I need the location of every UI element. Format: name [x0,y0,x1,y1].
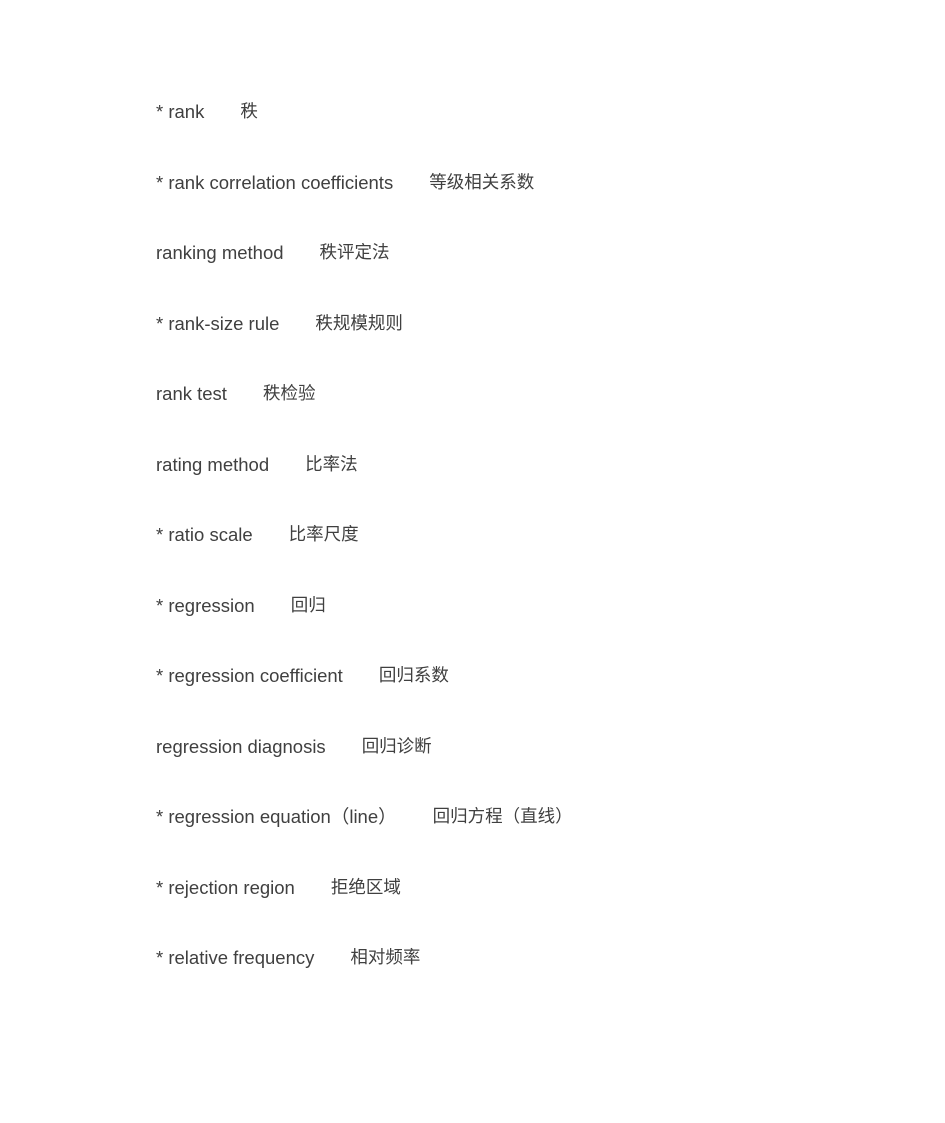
glossary-entry: * regression coefficient 回归系数 [156,661,573,732]
entry-translation: 相对频率 [350,948,421,968]
glossary-list: * rank 秩 * rank correlation coefficients 等… [156,97,573,1014]
entry-term: * regression [156,594,255,616]
entry-term: * rank correlation coefficients [156,171,394,193]
glossary-entry: rank test 秩检验 [156,379,573,450]
entry-translation: 回归诊断 [361,736,432,757]
glossary-entry: * regression 回归 [156,591,573,662]
entry-translation: 秩 [240,102,258,122]
entry-term: * ratio scale [156,524,253,545]
glossary-entry: * ratio scale 比率尺度 [156,520,573,591]
glossary-entry: * rejection region 拒绝区域 [156,873,573,944]
glossary-entry: * rank-size rule 秩规模规则 [156,309,573,380]
entry-translation: 秩评定法 [319,243,390,263]
entry-term: * rank [156,101,205,122]
entry-term: ranking method [156,242,284,263]
entry-translation: 秩检验 [262,384,316,404]
entry-translation: 回归系数 [378,666,449,686]
entry-translation: 回归 [290,595,326,616]
entry-term: * regression equation（line） [156,806,397,827]
document-page: * rank 秩 * rank correlation coefficients 等… [0,0,945,1123]
entry-translation: 等级相关系数 [429,172,535,193]
entry-term: * rejection region [156,876,295,898]
glossary-entry: * rank 秩 [156,97,573,168]
glossary-entry: rating method 比率法 [156,450,573,521]
glossary-entry: * regression equation（line） 回归方程（直线） [156,802,573,873]
entry-term: rank test [156,383,227,404]
glossary-entry: * relative frequency 相对频率 [156,943,573,1014]
entry-term: * relative frequency [156,947,315,968]
entry-translation: 秩规模规则 [315,313,403,334]
entry-term: rating method [156,453,270,475]
entry-translation: 比率尺度 [288,525,359,545]
glossary-entry: regression diagnosis 回归诊断 [156,732,573,803]
entry-term: * rank-size rule [156,312,280,334]
entry-translation: 拒绝区域 [330,877,401,898]
glossary-entry: * rank correlation coefficients 等级相关系数 [156,168,573,239]
entry-term: * regression coefficient [156,665,343,686]
entry-translation: 比率法 [305,454,358,475]
entry-translation: 回归方程（直线） [432,807,573,827]
entry-term: regression diagnosis [156,735,326,757]
glossary-entry: ranking method 秩评定法 [156,238,573,309]
